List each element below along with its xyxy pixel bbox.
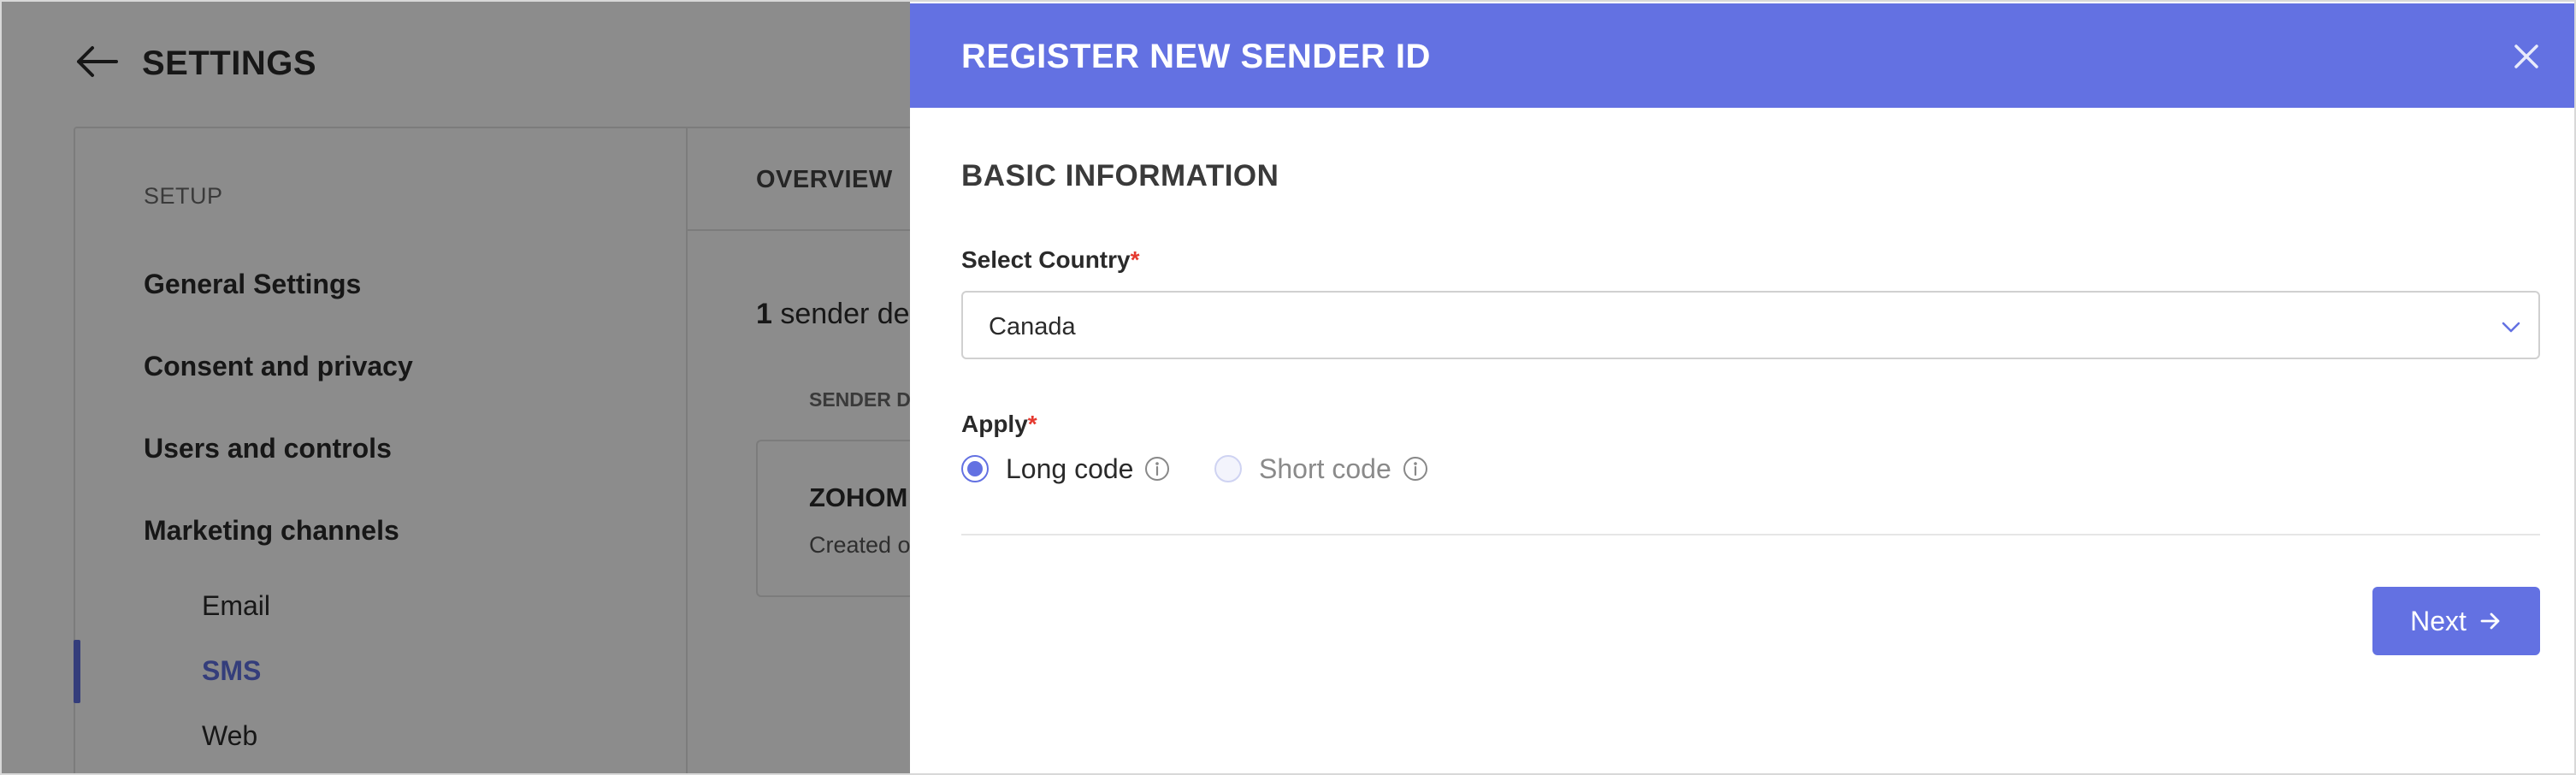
country-label: Select Country*: [961, 246, 1140, 274]
apply-label-text: Apply: [961, 411, 1028, 437]
radio-short-code-dot[interactable]: [1214, 455, 1242, 482]
next-button-label: Next: [2410, 605, 2467, 636]
info-icon[interactable]: [1143, 455, 1171, 482]
modal-backdrop[interactable]: [2, 2, 910, 773]
section-title: BASIC INFORMATION: [961, 159, 1279, 192]
country-select[interactable]: Canada: [961, 291, 2540, 359]
drawer-header: REGISTER NEW SENDER ID: [910, 3, 2574, 108]
radio-short-code[interactable]: Short code: [1214, 450, 1429, 488]
required-mark: *: [1130, 246, 1140, 273]
next-button[interactable]: Next: [2372, 587, 2540, 655]
country-label-text: Select Country: [961, 246, 1131, 273]
chevron-down-icon: [2502, 322, 2520, 333]
info-icon[interactable]: [1402, 455, 1429, 482]
register-sender-drawer: REGISTER NEW SENDER ID BASIC INFORMATION…: [910, 2, 2574, 773]
radio-long-code[interactable]: Long code: [961, 450, 1171, 488]
close-icon[interactable]: [2509, 39, 2544, 74]
country-select-value: Canada: [989, 313, 1076, 340]
radio-long-code-label: Long code: [1006, 453, 1134, 484]
required-mark: *: [1027, 411, 1037, 437]
arrow-right-icon: [2480, 612, 2500, 630]
radio-long-code-dot[interactable]: [961, 455, 989, 482]
apply-label: Apply*: [961, 411, 1037, 438]
drawer-title: REGISTER NEW SENDER ID: [961, 38, 1431, 75]
radio-short-code-label: Short code: [1259, 453, 1391, 484]
form-divider: [961, 534, 2540, 535]
page: SETTINGS SETUP General Settings Consent …: [0, 0, 2576, 775]
